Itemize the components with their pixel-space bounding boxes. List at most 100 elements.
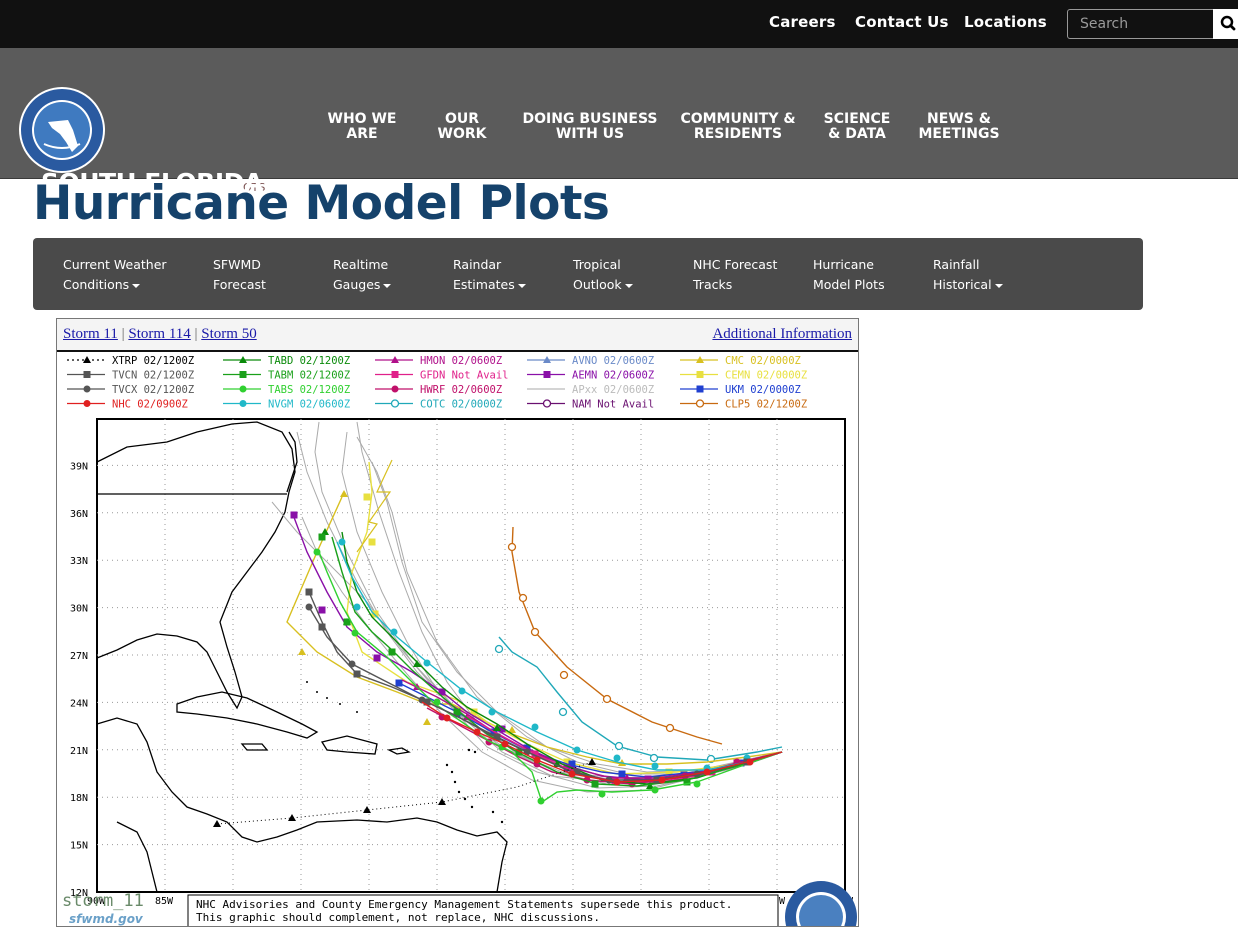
model-track-marker: [618, 770, 626, 778]
legend-label: AVNO 02/0600Z: [572, 355, 654, 367]
search-button[interactable]: [1213, 9, 1238, 39]
tab-storm-50[interactable]: Storm 50: [201, 326, 256, 342]
model-track-marker: [613, 778, 621, 786]
legend-label: UKM 02/0000Z: [725, 384, 801, 396]
model-track-marker: [488, 708, 496, 716]
utility-bar: Careers Contact Us Locations: [0, 0, 1238, 48]
latitude-label: 39N: [70, 461, 88, 472]
model-track-marker: [368, 538, 376, 546]
subnav-label: Raindar: [453, 257, 502, 272]
model-track-marker: [305, 588, 313, 596]
legend-marker: [391, 371, 399, 378]
legend-label: TVCX 02/1200Z: [112, 384, 194, 396]
model-track-marker: [568, 770, 576, 778]
tab-divider: |: [121, 326, 125, 342]
disclaimer-line2: This graphic should complement, not repl…: [196, 911, 600, 924]
nav-label: DOING BUSINESS: [522, 111, 658, 127]
caret-down-icon: [132, 283, 141, 288]
model-track-marker: [353, 603, 361, 611]
legend-label: XTRP 02/1200Z: [112, 355, 194, 367]
legend-marker: [83, 356, 91, 363]
page-title: Hurricane Model Plots: [33, 176, 610, 231]
nav-label: COMMUNITY &: [680, 111, 796, 127]
tab-storm-11[interactable]: Storm 11: [63, 326, 118, 342]
legend-marker: [83, 371, 91, 378]
latitude-label: 33N: [70, 556, 88, 567]
nav-label: ARE: [346, 126, 378, 142]
locations-link[interactable]: Locations: [964, 13, 1047, 31]
nav-doing-business[interactable]: DOING BUSINESS WITH US: [522, 112, 658, 142]
legend-label: NAM Not Avail: [572, 399, 654, 411]
model-track-marker: [746, 758, 754, 766]
subnav-tropical-outlook[interactable]: Tropical Outlook: [573, 255, 633, 295]
model-track-marker: [348, 660, 356, 668]
legend-label: TVCN 02/1200Z: [112, 370, 194, 382]
legend-marker: [696, 385, 704, 393]
subnav-label: Tracks: [693, 277, 733, 292]
subnav-label: Tropical: [573, 257, 621, 272]
subnav-raindar-estimates[interactable]: Raindar Estimates: [453, 255, 526, 295]
legend-label: HWRF 02/0600Z: [420, 384, 502, 396]
subnav-nhc-forecast-tracks[interactable]: NHC Forecast Tracks: [693, 255, 777, 295]
model-track-marker: [613, 754, 621, 762]
search-input[interactable]: [1078, 10, 1212, 38]
subnav-label: NHC Forecast: [693, 257, 778, 272]
model-track-marker: [531, 723, 539, 731]
model-track-marker: [614, 741, 624, 751]
model-track-marker: [573, 746, 581, 754]
careers-link[interactable]: Careers: [769, 13, 836, 31]
latitude-label: 30N: [70, 604, 88, 615]
legend-label: CMC 02/0000Z: [725, 355, 801, 367]
caret-down-icon: [994, 283, 1003, 288]
legend-marker: [239, 385, 247, 393]
model-legend: XTRP 02/1200Z TABD 02/1200Z HMON 02/0600Z A…: [67, 355, 807, 411]
subnav-sfwmd-forecast[interactable]: SFWMD Forecast: [213, 255, 266, 295]
nav-label: NEWS &: [927, 111, 991, 127]
legend-marker: [542, 399, 552, 408]
model-track-marker: [559, 670, 569, 680]
latitude-label: 27N: [70, 651, 88, 662]
model-track-marker: [693, 780, 701, 788]
storm-plot-panel: Storm 11 | Storm 114 | Storm 50 Addition…: [56, 318, 859, 927]
tab-divider: |: [194, 326, 198, 342]
latitude-label: 36N: [70, 509, 88, 520]
storm-id-label: storm_11: [62, 891, 144, 911]
subnav-label: Rainfall: [933, 257, 980, 272]
nav-label: WHO WE: [327, 111, 397, 127]
latitude-label: 18N: [70, 793, 88, 804]
nav-our-work[interactable]: OUR WORK: [427, 112, 497, 142]
model-track-marker: [651, 762, 659, 770]
subnav-hurricane-model-plots[interactable]: Hurricane Model Plots: [813, 255, 885, 295]
subnav-label: Realtime: [333, 257, 389, 272]
model-track-marker: [290, 511, 298, 519]
model-track-marker: [703, 768, 711, 776]
sfwmd-logo[interactable]: [18, 86, 106, 174]
nav-who-we-are[interactable]: WHO WE ARE: [322, 112, 402, 142]
subnav-realtime-gauges[interactable]: Realtime Gauges: [333, 255, 392, 295]
contact-us-link[interactable]: Contact Us: [855, 13, 949, 31]
model-track-marker: [591, 780, 599, 788]
legend-marker: [83, 400, 91, 407]
subnav-label: Current Weather: [63, 257, 167, 272]
tab-storm-114[interactable]: Storm 114: [128, 326, 190, 342]
nav-science-data[interactable]: SCIENCE & DATA: [818, 112, 896, 142]
legend-label: AEMN 02/0600Z: [572, 370, 654, 382]
subnav-label: Conditions: [63, 277, 130, 292]
model-track-marker: [373, 654, 381, 662]
model-track-marker: [443, 714, 451, 722]
nav-label: SCIENCE: [823, 111, 891, 127]
model-track-marker: [458, 687, 466, 695]
legend-label: NHC 02/0900Z: [112, 399, 188, 411]
subnav-rainfall-historical[interactable]: Rainfall Historical: [933, 255, 1003, 295]
legend-marker: [391, 385, 399, 393]
legend-marker: [239, 371, 247, 378]
subnav-label: SFWMD: [213, 257, 261, 272]
subnav-current-weather[interactable]: Current Weather Conditions: [63, 255, 167, 295]
nav-community-residents[interactable]: COMMUNITY & RESIDENTS: [678, 112, 798, 142]
model-track-marker: [602, 694, 612, 704]
nav-news-meetings[interactable]: NEWS & MEETINGS: [918, 112, 1000, 142]
subnav-label: Hurricane: [813, 257, 874, 272]
model-track-marker: [318, 606, 326, 614]
additional-information-link[interactable]: Additional Information: [712, 326, 852, 343]
nav-label: & DATA: [828, 126, 886, 142]
